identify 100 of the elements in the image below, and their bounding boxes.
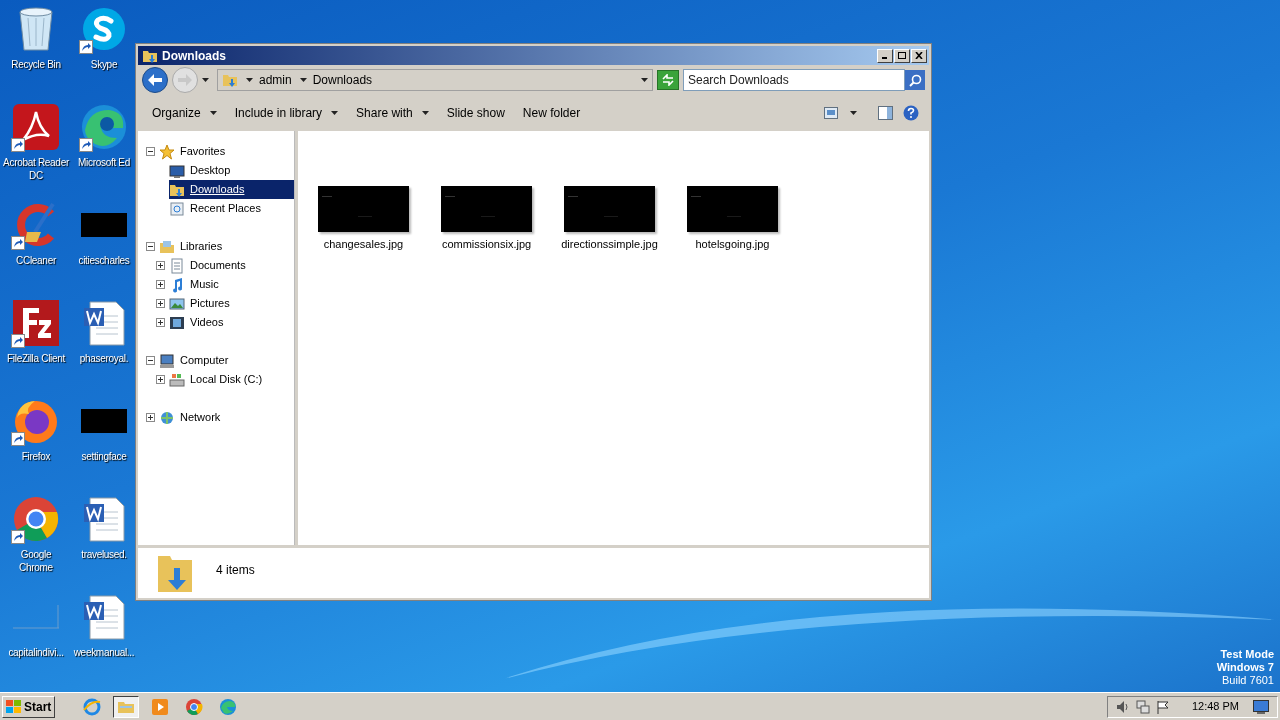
edge-logo-icon [81, 104, 127, 150]
nav-item[interactable]: Libraries [159, 237, 294, 256]
nav-item[interactable]: Music [169, 275, 294, 294]
breadcrumb-item[interactable]: Downloads [312, 71, 373, 89]
expand-icon[interactable] [156, 299, 165, 308]
search-icon [908, 73, 922, 87]
desktop-icon-label[interactable]: capitalindivi... [8, 646, 64, 659]
network-icon [159, 409, 175, 426]
back-button[interactable] [142, 67, 168, 93]
acrobat-logo-icon [13, 104, 59, 150]
computer-icon [159, 352, 175, 369]
nav-item[interactable]: Recent Places [169, 199, 294, 218]
word-document-icon [82, 300, 126, 346]
desktop-icon-label[interactable]: CCleaner [16, 254, 56, 267]
preview-pane-button[interactable] [875, 103, 895, 123]
breadcrumb-item[interactable]: admin [259, 71, 292, 89]
library-icon [159, 238, 175, 255]
status-text: 4 items [216, 562, 255, 579]
nav-item[interactable]: Pictures [169, 294, 294, 313]
nav-item[interactable]: Videos [169, 313, 294, 332]
toolbar-button[interactable]: Slide show [440, 100, 511, 126]
collapse-icon[interactable] [146, 356, 155, 365]
nav-item[interactable]: Desktop [169, 161, 294, 180]
file-item[interactable]: commissionsix.jpg [441, 186, 532, 253]
nav-item[interactable]: Computer [159, 351, 294, 370]
nav-item[interactable]: Favorites [159, 142, 294, 161]
shortcut-arrow-icon [11, 138, 25, 152]
desktop-icon-label[interactable]: settingface [81, 450, 127, 463]
caret-icon [299, 78, 307, 82]
volume-icon[interactable] [1115, 699, 1130, 714]
collapse-icon[interactable] [146, 147, 155, 156]
desktop-mode-text: Windows 7 [1216, 661, 1274, 674]
help-button[interactable] [901, 103, 921, 123]
search-field[interactable]: Search Downloads [683, 69, 905, 91]
desktop-icon-label[interactable]: Skype [90, 58, 118, 71]
disk-icon [169, 371, 185, 388]
desktop-icon-label[interactable]: FileZilla Client [7, 352, 65, 365]
desktop-icon-label[interactable]: Microsoft Ed [78, 156, 130, 169]
desktop-icon-label[interactable]: travelused. [81, 548, 127, 561]
desktop-icon-label[interactable]: citiescharles [78, 254, 130, 267]
expand-icon[interactable] [156, 280, 165, 289]
close-icon [915, 52, 923, 59]
nav-item[interactable]: Network [159, 408, 294, 427]
file-item[interactable]: hotelsgoing.jpg [687, 186, 778, 253]
file-item[interactable]: changesales.jpg [318, 186, 409, 253]
address-bar[interactable]: admin Downloads [217, 69, 653, 91]
desktop-icon-label[interactable]: Recycle Bin [11, 58, 61, 71]
filezilla-logo-icon [13, 300, 59, 346]
collapse-icon[interactable] [146, 242, 155, 251]
desktop-icon-label[interactable]: phaseroyal. [79, 352, 129, 365]
caret-icon [421, 111, 429, 115]
desktop-icon-label[interactable]: weekmanual... [73, 646, 135, 659]
toolbar-button[interactable]: Share with [350, 100, 435, 126]
help-icon [903, 105, 919, 121]
shortcut-arrow-icon [11, 530, 25, 544]
expand-icon[interactable] [156, 318, 165, 327]
expand-icon[interactable] [146, 413, 155, 422]
network-icon[interactable] [1135, 699, 1150, 714]
recycle-bin-icon [16, 6, 56, 52]
flag-icon[interactable] [1155, 699, 1170, 714]
maximize-icon [898, 52, 906, 59]
expand-icon[interactable] [156, 261, 165, 270]
chrome-logo-icon [13, 496, 59, 542]
nav-item[interactable]: Local Disk (C:) [169, 370, 294, 389]
desktop-icon-label[interactable]: Firefox [21, 450, 51, 463]
videos-icon [169, 314, 185, 331]
caret-icon [209, 111, 217, 115]
caret-icon [850, 111, 857, 115]
skype-logo-icon [82, 7, 126, 51]
downloads-icon [222, 72, 238, 88]
shortcut-arrow-icon [11, 432, 25, 446]
pictures-icon [169, 295, 185, 312]
toolbar-button[interactable]: Organize [146, 100, 223, 126]
window-title: Downloads [162, 47, 227, 65]
expand-icon[interactable] [156, 375, 165, 384]
refresh-icon [661, 74, 675, 86]
caret-icon [246, 78, 253, 82]
star-icon [159, 143, 175, 160]
nav-item[interactable]: Documents [169, 256, 294, 275]
windows-logo-icon [6, 699, 22, 714]
nav-item[interactable]: Downloads [169, 180, 294, 199]
maximize-button[interactable] [894, 48, 910, 63]
view-icon [824, 107, 838, 119]
start-button[interactable]: Start [2, 695, 56, 718]
toolbar-button[interactable]: Include in library [228, 100, 345, 126]
caret-icon [202, 78, 209, 82]
thumbnail-icon [81, 409, 127, 433]
close-button[interactable] [911, 48, 927, 63]
desktop-icon-label[interactable]: Google Chrome [3, 548, 69, 574]
desktop-icon-label[interactable]: Acrobat Reader DC [3, 156, 69, 182]
caret-icon [641, 78, 648, 82]
refresh-button[interactable] [657, 70, 679, 90]
taskbar-app-button[interactable] [113, 695, 140, 718]
minimize-button[interactable] [877, 48, 893, 63]
shortcut-arrow-icon [11, 236, 25, 250]
toolbar-button[interactable]: New folder [516, 100, 587, 126]
preview-pane-icon [877, 106, 893, 120]
search-button[interactable] [905, 70, 925, 90]
show-desktop-icon[interactable] [1253, 699, 1269, 714]
media-icon [151, 697, 170, 716]
